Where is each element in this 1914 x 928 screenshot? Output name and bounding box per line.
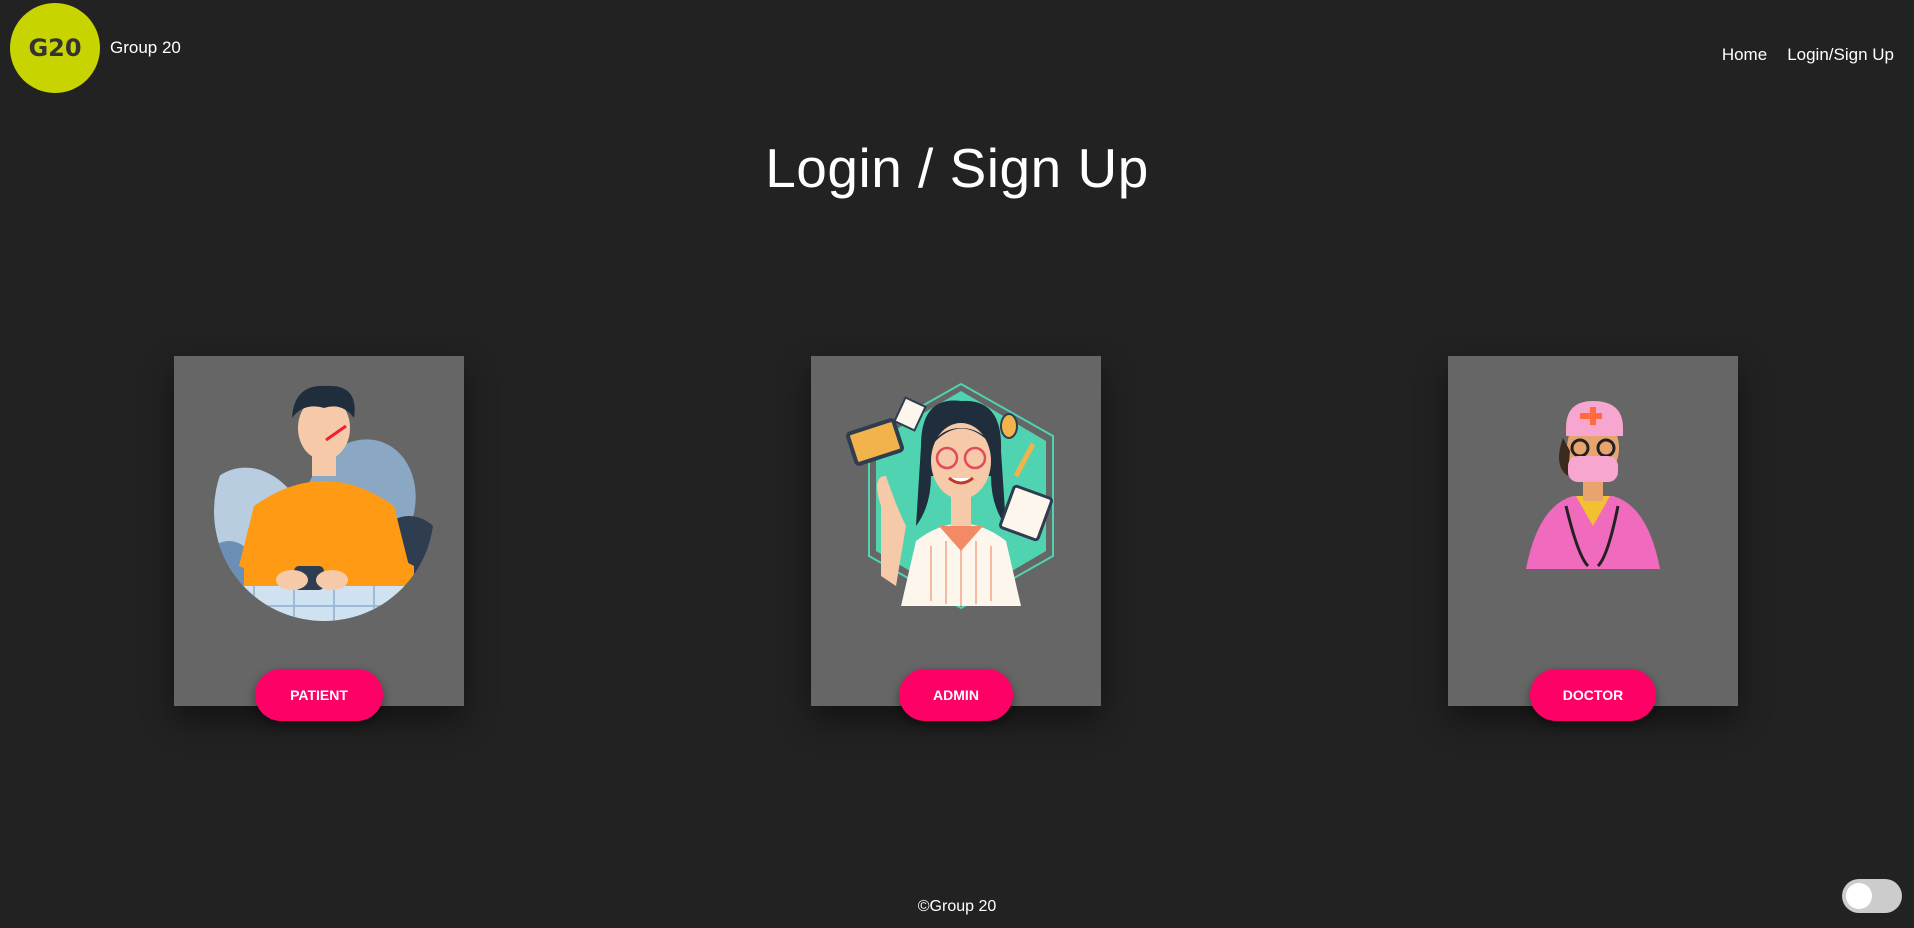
admin-card: ADMIN [811, 356, 1101, 721]
theme-toggle[interactable] [1842, 879, 1902, 913]
sick-patient-illustration [214, 385, 434, 621]
logo-text: G20 [28, 34, 82, 62]
nav-login-signup-link[interactable]: Login/Sign Up [1787, 45, 1894, 65]
admin-button[interactable]: ADMIN [899, 669, 1013, 721]
nav-home-link[interactable]: Home [1722, 45, 1767, 65]
doctor-card: DOCTOR [1448, 356, 1738, 721]
top-nav: Home Login/Sign Up [1722, 45, 1894, 65]
brand-name: Group 20 [110, 38, 181, 57]
patient-button[interactable]: PATIENT [255, 669, 383, 721]
admin-woman-illustration [846, 382, 1054, 610]
toggle-knob [1846, 883, 1872, 909]
doctor-button[interactable]: DOCTOR [1530, 669, 1656, 721]
patient-card: PATIENT [174, 356, 464, 721]
doctor-illustration [1526, 401, 1660, 569]
logo[interactable]: G20 [10, 3, 100, 93]
footer-copyright: ©Group 20 [917, 898, 997, 915]
page-title: Login / Sign Up [765, 137, 1149, 199]
